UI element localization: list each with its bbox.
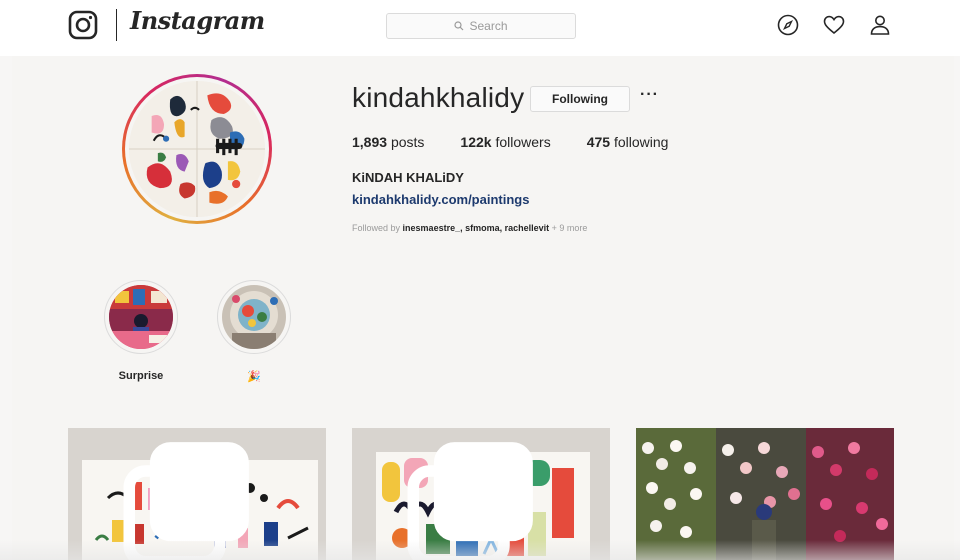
instagram-wordmark[interactable]: Instagram xyxy=(130,6,265,35)
profile-page: kindahkhalidy Following ··· 1,893 posts … xyxy=(12,56,954,560)
search-icon xyxy=(454,21,464,31)
compass-icon[interactable] xyxy=(776,13,800,37)
top-nav: Instagram Search xyxy=(0,0,960,56)
multiple-photos-icon xyxy=(123,442,249,560)
camera-logo-icon[interactable] xyxy=(68,10,98,40)
avatar-painting-image xyxy=(129,81,265,217)
person-icon[interactable] xyxy=(868,13,892,37)
profile-website-link[interactable]: kindahkhalidy.com/paintings xyxy=(352,192,529,207)
profile-stats: 1,893 posts 122k followers 475 following xyxy=(352,134,704,150)
following-button[interactable]: Following xyxy=(530,86,630,112)
profile-avatar[interactable] xyxy=(122,74,272,224)
followers-count[interactable]: 122k followers xyxy=(460,134,550,150)
post-thumbnail[interactable] xyxy=(636,428,894,560)
following-count[interactable]: 475 following xyxy=(587,134,669,150)
post-thumbnail[interactable] xyxy=(352,428,610,560)
followed-by-text: Followed by inesmaestre_, sfmoma, rachel… xyxy=(352,223,588,233)
search-input[interactable]: Search xyxy=(386,13,576,39)
highlight-label: Surprise xyxy=(118,370,164,382)
posts-count: 1,893 posts xyxy=(352,134,425,150)
highlight-label: 🎉 xyxy=(247,371,261,383)
search-placeholder: Search xyxy=(469,19,508,33)
highlight-cover-image xyxy=(109,285,173,349)
more-options-button[interactable]: ··· xyxy=(640,86,659,104)
profile-full-name: KiNDAH KHALiDY xyxy=(352,170,464,185)
nav-divider xyxy=(116,9,117,41)
profile-username: kindahkhalidy xyxy=(352,82,525,113)
heart-icon[interactable] xyxy=(822,13,846,37)
highlight-surprise[interactable]: Surprise xyxy=(104,280,178,382)
highlight-party[interactable]: 🎉 xyxy=(217,280,291,383)
highlight-cover-image xyxy=(222,285,286,349)
followed-by-users[interactable]: inesmaestre_, sfmoma, rachellevit xyxy=(403,223,550,233)
multiple-photos-icon xyxy=(407,442,533,560)
post-thumbnail[interactable] xyxy=(68,428,326,560)
